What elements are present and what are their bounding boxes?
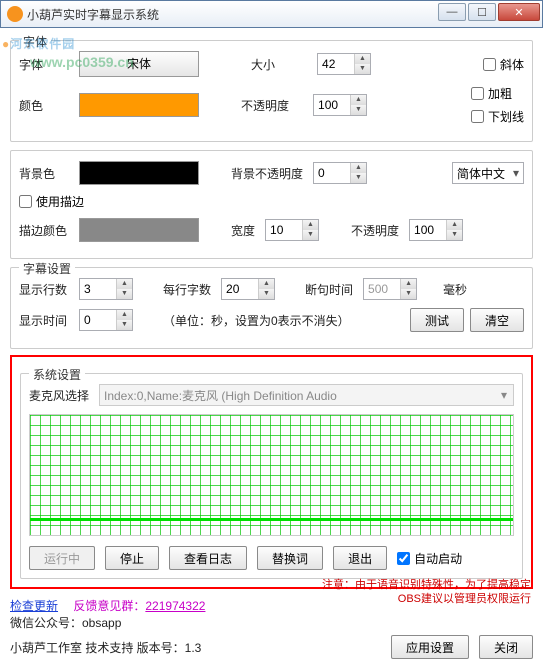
bg-opacity-spinner[interactable]: ▲▼ [313, 162, 367, 184]
font-group: 字体 字体 宋体 大小 ▲▼ 斜体 颜色 不透明度 ▲▼ [10, 40, 533, 142]
size-spinner[interactable]: ▲▼ [317, 53, 371, 75]
bold-checkbox[interactable]: 加粗 [471, 85, 524, 102]
showtime-note: （单位：秒，设置为0表示不消失） [163, 312, 350, 329]
clear-button[interactable]: 清空 [470, 308, 524, 332]
bg-opacity-input[interactable] [314, 163, 350, 183]
replace-button[interactable]: 替换词 [257, 546, 323, 570]
bg-label: 背景色 [19, 165, 73, 182]
font-picker-button[interactable]: 宋体 [79, 51, 199, 77]
stroke-opacity-input[interactable] [410, 220, 446, 240]
font-label: 字体 [19, 56, 73, 73]
close-button[interactable]: ✕ [498, 3, 540, 21]
waveform-display [29, 414, 514, 536]
test-button[interactable]: 测试 [410, 308, 464, 332]
underline-checkbox[interactable]: 下划线 [471, 108, 524, 125]
mic-label: 麦克风选择 [29, 387, 93, 404]
break-spinner[interactable]: ▲▼ [363, 278, 417, 300]
system-legend: 系统设置 [29, 366, 85, 383]
stop-button[interactable]: 停止 [105, 546, 159, 570]
check-update-link[interactable]: 检查更新 [10, 599, 58, 613]
window-buttons: — ☐ ✕ [438, 3, 540, 21]
subtitle-group: 字幕设置 显示行数 ▲▼ 每行字数 ▲▼ 断句时间 ▲▼ 毫秒 显示时间 ▲▼ … [10, 267, 533, 349]
stroke-width-label: 宽度 [231, 222, 255, 239]
size-label: 大小 [251, 56, 275, 73]
app-icon [7, 6, 23, 22]
spin-down-icon[interactable]: ▼ [355, 64, 370, 74]
autostart-checkbox[interactable]: 自动启动 [397, 550, 462, 567]
italic-checkbox[interactable]: 斜体 [483, 56, 524, 73]
system-group: 系统设置 麦克风选择 Index:0,Name:麦克风 (High Defini… [20, 373, 523, 579]
maximize-button[interactable]: ☐ [468, 3, 496, 21]
window-title: 小葫芦实时字幕显示系统 [27, 6, 159, 23]
stroke-opacity-label: 不透明度 [351, 222, 399, 239]
feedback-label: 反馈意见群： [73, 599, 145, 613]
opacity-spinner[interactable]: ▲▼ [313, 94, 367, 116]
titlebar: 小葫芦实时字幕显示系统 — ☐ ✕ [0, 0, 543, 28]
showtime-spinner[interactable]: ▲▼ [79, 309, 133, 331]
opacity-input[interactable] [314, 95, 350, 115]
perline-label: 每行字数 [163, 281, 211, 298]
running-button: 运行中 [29, 546, 95, 570]
bg-opacity-label: 背景不透明度 [231, 165, 303, 182]
minimize-button[interactable]: — [438, 3, 466, 21]
footer-warning: 注意：由于语音识别特殊性，为了提高稳定OBS建议以管理员权限运行 [301, 578, 531, 606]
showtime-label: 显示时间 [19, 312, 73, 329]
apply-button[interactable]: 应用设置 [391, 635, 469, 659]
viewlog-button[interactable]: 查看日志 [169, 546, 247, 570]
break-unit: 毫秒 [443, 281, 467, 298]
exit-button[interactable]: 退出 [333, 546, 387, 570]
footer: 注意：由于语音识别特殊性，为了提高稳定OBS建议以管理员权限运行 检查更新 反馈… [0, 593, 543, 663]
subtitle-legend: 字幕设置 [19, 260, 75, 277]
font-color-swatch[interactable] [79, 93, 199, 117]
bg-group: 背景色 背景不透明度 ▲▼ 简体中文 使用描边 描边颜色 宽度 ▲▼ 不透明度 [10, 150, 533, 259]
feedback-link[interactable]: 221974322 [145, 599, 205, 613]
stroke-color-label: 描边颜色 [19, 222, 73, 239]
size-input[interactable] [318, 54, 354, 74]
stroke-color-swatch[interactable] [79, 218, 199, 242]
stroke-width-spinner[interactable]: ▲▼ [265, 219, 319, 241]
stroke-width-input[interactable] [266, 220, 302, 240]
break-label: 断句时间 [305, 281, 353, 298]
perline-spinner[interactable]: ▲▼ [221, 278, 275, 300]
mic-select[interactable]: Index:0,Name:麦克风 (High Definition Audio [99, 384, 514, 406]
color-label: 颜色 [19, 97, 73, 114]
lines-label: 显示行数 [19, 281, 73, 298]
spin-up-icon[interactable]: ▲ [355, 54, 370, 64]
language-select[interactable]: 简体中文 [452, 162, 524, 184]
stroke-opacity-spinner[interactable]: ▲▼ [409, 219, 463, 241]
footer-close-button[interactable]: 关闭 [479, 635, 533, 659]
stroke-enable-checkbox[interactable]: 使用描边 [19, 193, 84, 210]
bg-color-swatch[interactable] [79, 161, 199, 185]
lines-spinner[interactable]: ▲▼ [79, 278, 133, 300]
font-legend: 字体 [19, 33, 51, 50]
highlight-box: 系统设置 麦克风选择 Index:0,Name:麦克风 (High Defini… [10, 355, 533, 589]
opacity-label: 不透明度 [241, 97, 289, 114]
studio-info: 小葫芦工作室 技术支持 版本号：1.3 [10, 639, 201, 656]
wechat-info: 微信公众号：obsapp [10, 614, 533, 631]
